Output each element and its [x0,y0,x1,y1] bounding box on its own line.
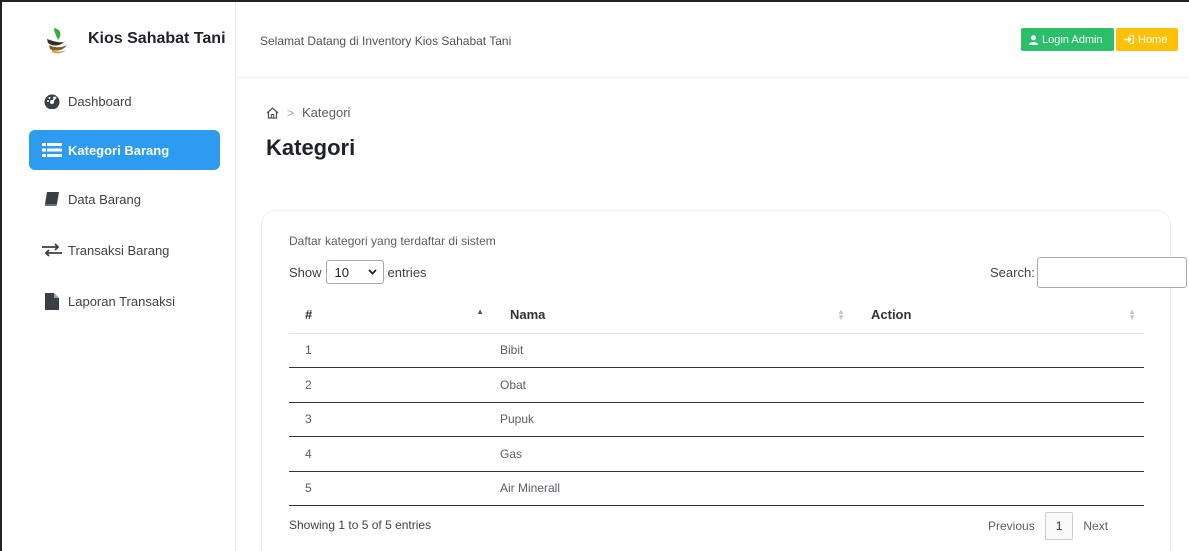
page-1-button[interactable]: 1 [1044,512,1074,540]
cell-number: 4 [289,436,492,472]
table-row: 2 Obat [289,367,1144,403]
sort-icon: ▲ ▼ [1128,307,1136,322]
entries-select-value: 10 [334,264,349,280]
cell-action [853,402,1144,437]
cell-nama: Bibit [492,333,853,368]
login-admin-label: Login Admin [1042,33,1103,46]
sidebar-item-laporan-transaksi[interactable]: Laporan Transaksi [29,281,220,321]
exchange-icon [42,242,62,258]
brand[interactable]: Kios Sahabat Tani [2,2,236,78]
home-button[interactable]: Home [1116,28,1178,51]
sidebar-item-kategori-barang[interactable]: Kategori Barang [29,130,220,170]
card-description: Daftar kategori yang terdaftar di sistem [289,234,496,248]
top-bar: Selamat Datang di Inventory Kios Sahabat… [236,2,1189,78]
sidebar-item-transaksi-barang[interactable]: Transaksi Barang [29,230,220,270]
list-icon [42,142,62,158]
file-icon [42,292,62,310]
app-window: Kios Sahabat Tani Dashboard Kategori Bar… [0,0,1189,551]
chevron-right-icon: > [287,105,295,120]
cell-action [853,436,1144,472]
user-icon [1029,34,1038,45]
entries-length-control: Show 10 entries [289,260,427,284]
column-header-number[interactable]: # ▲ [289,297,492,334]
kategori-card: Daftar kategori yang terdaftar di sistem… [261,210,1187,551]
dashboard-icon [42,93,62,109]
home-label: Home [1138,33,1168,46]
cell-number: 3 [289,402,492,437]
sidebar-item-label: Transaksi Barang [68,242,170,258]
sidebar-item-label: Dashboard [68,93,132,109]
breadcrumb: > Kategori [266,105,350,120]
sidebar-item-label: Laporan Transaksi [68,293,175,309]
sidebar-item-dashboard[interactable]: Dashboard [29,81,220,121]
welcome-text: Selamat Datang di Inventory Kios Sahabat… [260,34,512,48]
cell-nama: Obat [492,367,853,403]
entries-select[interactable]: 10 [325,260,384,284]
brand-title: Kios Sahabat Tani [88,30,226,47]
pagination: Previous 1 Next [978,512,1118,540]
table-row: 5 Air Minerall [289,471,1144,506]
sidebar-item-data-barang[interactable]: Data Barang [29,179,220,219]
chevron-down-icon [367,269,377,275]
next-page-button[interactable]: Next [1073,512,1118,540]
cell-nama: Pupuk [492,402,853,437]
sort-asc-icon: ▲ [476,307,484,316]
cell-action [853,471,1144,506]
home-icon[interactable] [266,106,279,119]
login-admin-button[interactable]: Login Admin [1021,28,1114,51]
table-row: 4 Gas [289,436,1144,472]
cell-action [853,367,1144,403]
cell-nama: Air Minerall [492,471,853,506]
column-header-nama[interactable]: Nama ▲ ▼ [492,297,853,334]
sidebar-item-label: Data Barang [68,191,141,207]
table-info: Showing 1 to 5 of 5 entries [289,518,432,532]
entries-label: entries [387,264,427,280]
sort-icon: ▲ ▼ [837,307,845,322]
cell-number: 5 [289,471,492,506]
book-icon [42,191,62,207]
search-control: Search: [990,257,1187,288]
sidebar: Kios Sahabat Tani Dashboard Kategori Bar… [2,2,236,551]
sign-in-icon [1124,35,1134,44]
cell-number: 1 [289,333,492,368]
search-input[interactable] [1036,257,1187,288]
show-label: Show [289,264,322,280]
kategori-table: # ▲ Nama ▲ ▼ Action ▲ ▼ 1 Bibit 2 Obat 3… [289,297,1144,506]
cell-action [853,333,1144,368]
cell-number: 2 [289,367,492,403]
breadcrumb-current: Kategori [302,105,351,120]
cell-nama: Gas [492,436,853,472]
table-row: 3 Pupuk [289,402,1144,437]
previous-page-button[interactable]: Previous [978,512,1045,540]
table-header-row: # ▲ Nama ▲ ▼ Action ▲ ▼ [289,297,1144,334]
column-header-action[interactable]: Action ▲ ▼ [853,297,1144,334]
page-title: Kategori [266,135,356,160]
leaf-logo-icon [47,28,67,54]
table-row: 1 Bibit [289,333,1144,368]
search-label: Search: [990,265,1035,280]
sidebar-item-label: Kategori Barang [68,142,170,158]
